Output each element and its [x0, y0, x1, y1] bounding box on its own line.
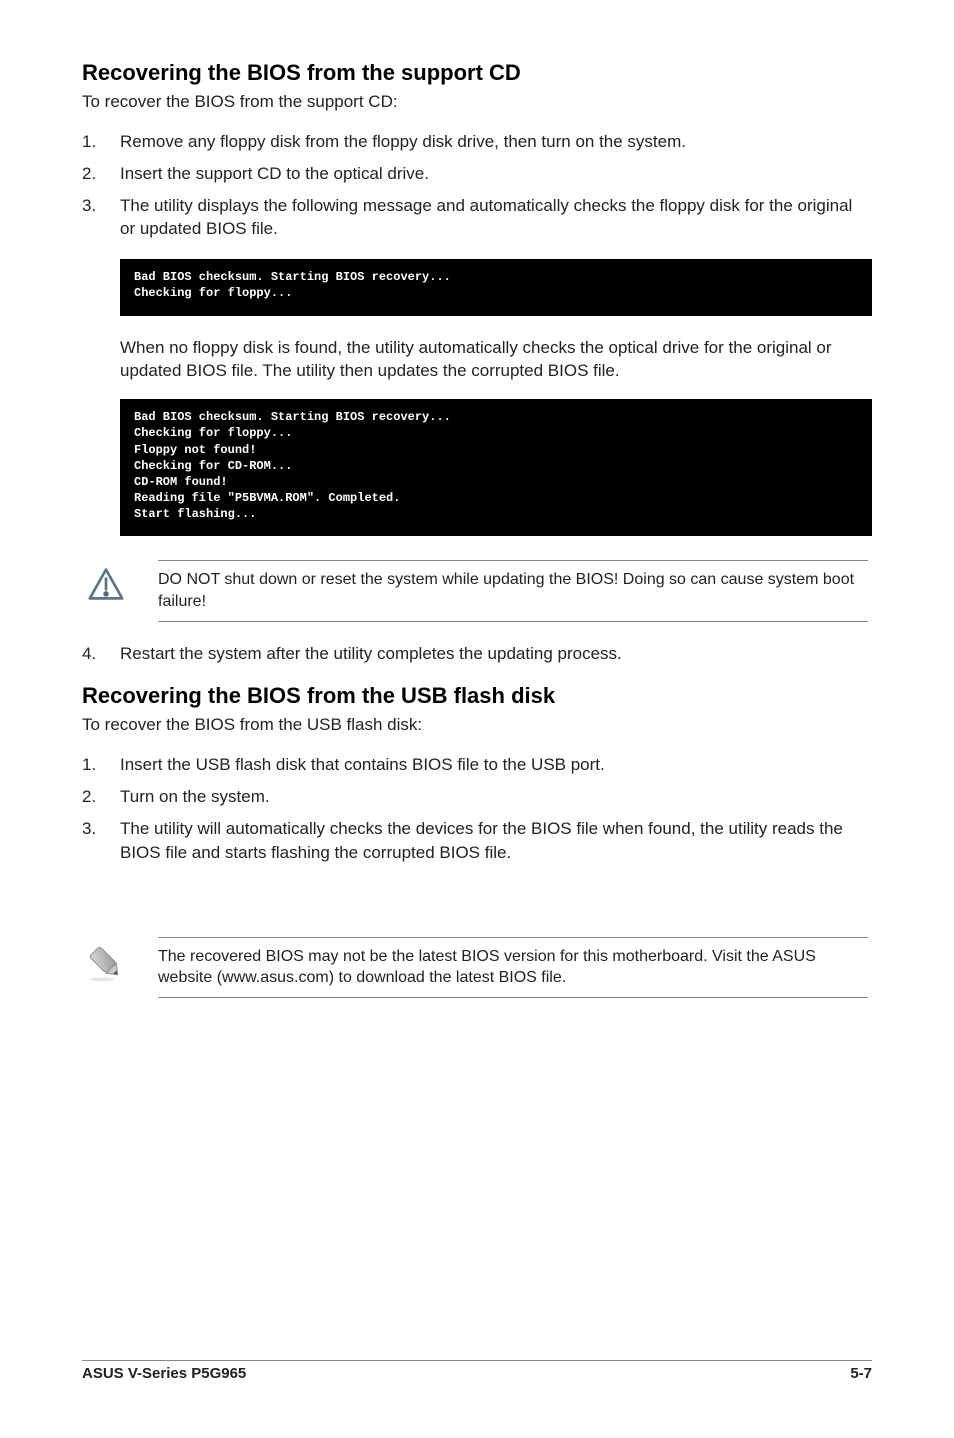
list-item: 1.Insert the USB flash disk that contain… — [82, 753, 872, 777]
step-text: Turn on the system. — [120, 785, 270, 809]
note-icon-col — [86, 937, 134, 988]
section2-intro: To recover the BIOS from the USB flash d… — [82, 715, 872, 735]
section1-intro: To recover the BIOS from the support CD: — [82, 92, 872, 112]
step-text: The utility displays the following messa… — [120, 194, 872, 242]
pencil-icon — [86, 943, 126, 983]
list-item: 2.Turn on the system. — [82, 785, 872, 809]
warning-text: DO NOT shut down or reset the system whi… — [158, 560, 868, 621]
note-text: The recovered BIOS may not be the latest… — [158, 937, 868, 998]
step-text: Restart the system after the utility com… — [120, 642, 622, 666]
step-text: Insert the USB flash disk that contains … — [120, 753, 605, 777]
warning-icon — [86, 566, 126, 602]
terminal-output-1: Bad BIOS checksum. Starting BIOS recover… — [120, 259, 872, 315]
list-item: 2.Insert the support CD to the optical d… — [82, 162, 872, 186]
list-item: 4.Restart the system after the utility c… — [82, 642, 872, 666]
section2-steps: 1.Insert the USB flash disk that contain… — [82, 753, 872, 864]
footer-right: 5-7 — [850, 1365, 872, 1382]
step-text: Insert the support CD to the optical dri… — [120, 162, 429, 186]
section1-heading: Recovering the BIOS from the support CD — [82, 60, 872, 86]
section2-heading: Recovering the BIOS from the USB flash d… — [82, 683, 872, 709]
list-item: 3.The utility displays the following mes… — [82, 194, 872, 242]
page-footer: ASUS V-Series P5G965 5-7 — [82, 1360, 872, 1382]
list-item: 1.Remove any floppy disk from the floppy… — [82, 130, 872, 154]
step-text: Remove any floppy disk from the floppy d… — [120, 130, 686, 154]
note-callout: The recovered BIOS may not be the latest… — [82, 937, 872, 998]
terminal-output-2: Bad BIOS checksum. Starting BIOS recover… — [120, 399, 872, 536]
section1-after-terminal1: When no floppy disk is found, the utilit… — [120, 336, 872, 384]
warning-icon-col — [86, 560, 134, 607]
section1-step4-list: 4.Restart the system after the utility c… — [82, 642, 872, 666]
warning-callout: DO NOT shut down or reset the system whi… — [82, 560, 872, 621]
section1-steps: 1.Remove any floppy disk from the floppy… — [82, 130, 872, 241]
footer-left: ASUS V-Series P5G965 — [82, 1365, 246, 1382]
step-text: The utility will automatically checks th… — [120, 817, 872, 865]
list-item: 3.The utility will automatically checks … — [82, 817, 872, 865]
